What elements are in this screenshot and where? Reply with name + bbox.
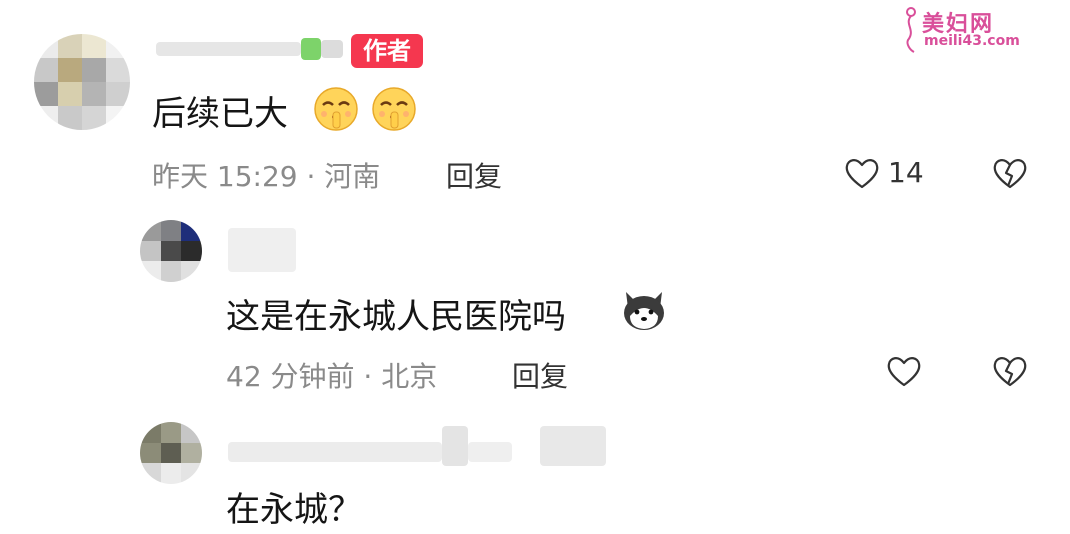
broken-heart-icon[interactable] <box>992 354 1028 388</box>
username-blurred[interactable] <box>156 36 346 64</box>
woman-silhouette-icon <box>906 7 916 53</box>
avatar[interactable] <box>34 34 130 130</box>
husky-dog-emoji <box>624 292 664 330</box>
shushing-face-emoji <box>314 87 358 131</box>
reply-button[interactable]: 回复 <box>512 355 568 395</box>
heart-icon[interactable] <box>886 354 922 388</box>
comment-text: 后续已大 <box>152 94 288 134</box>
comment-meta: 昨天 15:29 · 河南 <box>152 160 381 193</box>
avatar[interactable] <box>140 220 202 282</box>
author-badge: 作者 <box>351 34 423 68</box>
broken-heart-icon[interactable] <box>992 156 1028 190</box>
reply-button[interactable]: 回复 <box>446 155 502 195</box>
comment-text: 在永城？ <box>226 490 362 530</box>
username-blurred[interactable] <box>228 228 298 272</box>
username-blurred[interactable] <box>228 424 618 470</box>
comment-meta: 42 分钟前 · 北京 <box>226 360 438 393</box>
avatar[interactable] <box>140 422 202 484</box>
shushing-face-emoji <box>372 87 416 131</box>
comment-text: 这是在永城人民医院吗 <box>226 297 566 337</box>
watermark-url: meili43.com <box>924 33 1020 49</box>
like-count: 14 <box>888 156 924 189</box>
heart-icon[interactable] <box>844 156 880 190</box>
